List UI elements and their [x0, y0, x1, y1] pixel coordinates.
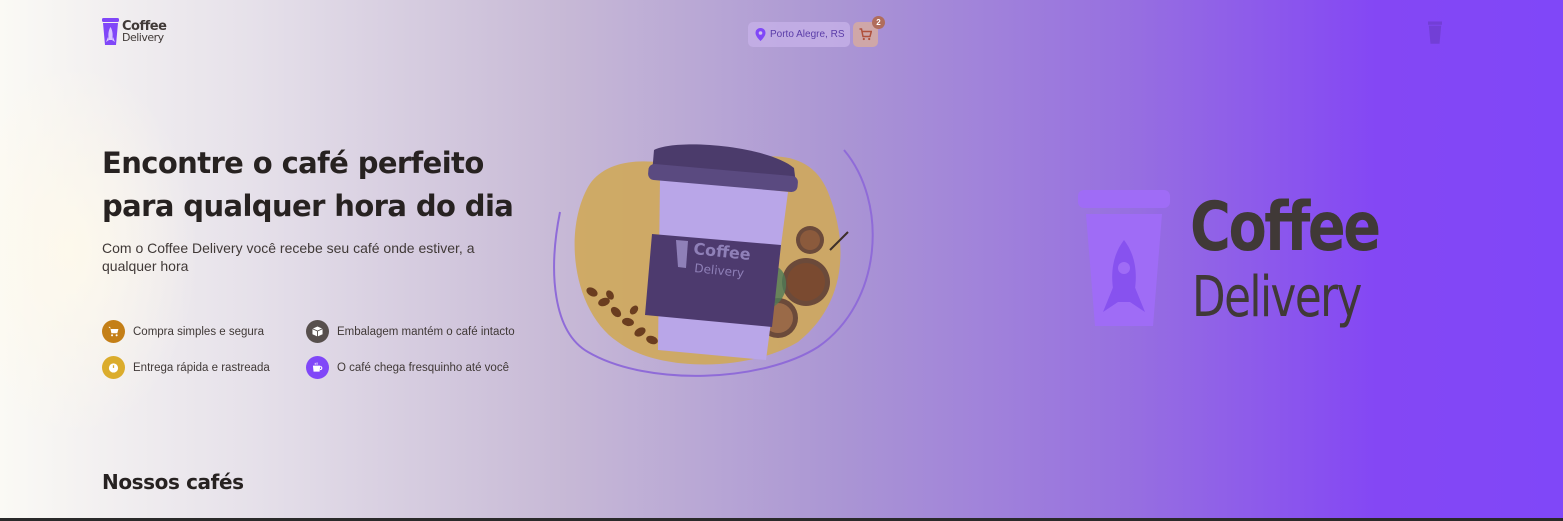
rocket-cup-icon: [102, 18, 119, 45]
timer-icon: [108, 363, 119, 373]
feature-icon-circle: [306, 320, 329, 343]
hero-title: Encontre o café perfeito para qualquer h…: [102, 146, 514, 223]
feature-icon-circle: [102, 320, 125, 343]
header-logo[interactable]: Coffee Delivery: [102, 18, 167, 46]
feature-label: O café chega fresquinho até você: [337, 361, 509, 374]
ghost-logo-icon: [1428, 21, 1442, 44]
shopping-cart-icon: [859, 28, 872, 41]
top-header: Coffee Delivery Porto Alegre, RS 2: [0, 0, 1563, 70]
feature-item: O café chega fresquinho até você: [306, 356, 509, 379]
brand-logo: Coffee Delivery: [1078, 188, 1398, 338]
location-button[interactable]: Porto Alegre, RS: [748, 22, 851, 47]
feature-label: Compra simples e segura: [133, 325, 265, 338]
logo-word-delivery: Delivery: [122, 31, 164, 44]
feature-icon-circle: [102, 356, 125, 379]
feature-item: Embalagem mantém o café intacto: [306, 320, 515, 343]
coffee-cup-illustration: Coffee Delivery: [553, 144, 874, 377]
brand-logo-word-coffee: Coffee: [1190, 188, 1381, 267]
hero-subtitle: Com o Coffee Delivery você recebe seu ca…: [102, 240, 475, 274]
cart-count-badge: 2: [872, 16, 885, 29]
rocket-cup-icon: [1078, 190, 1170, 326]
coffee-icon: [312, 362, 323, 372]
brand-logo-word-delivery: Delivery: [1192, 265, 1362, 330]
feature-item: Compra simples e segura: [102, 320, 264, 343]
feature-label: Embalagem mantém o café intacto: [337, 325, 515, 338]
feature-item: Entrega rápida e rastreada: [102, 356, 270, 379]
section-title: Nossos cafés: [102, 470, 244, 494]
location-label: Porto Alegre, RS: [770, 29, 845, 40]
map-pin-icon: [755, 28, 766, 41]
feature-icon-circle: [306, 356, 329, 379]
shopping-cart-icon: [108, 326, 119, 337]
feature-label: Entrega rápida e rastreada: [133, 361, 270, 374]
package-icon: [312, 326, 323, 337]
